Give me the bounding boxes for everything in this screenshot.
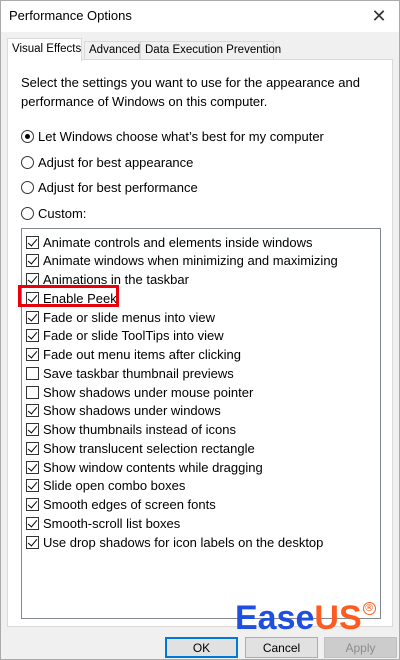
radio-let-windows-choose[interactable]: Let Windows choose what’s best for my co…: [21, 127, 324, 145]
radio-button[interactable]: [21, 206, 34, 220]
effect-checkbox[interactable]: [26, 329, 39, 343]
tab-visual-effects[interactable]: Visual Effects: [7, 38, 82, 61]
effect-checkbox[interactable]: [26, 460, 39, 474]
effect-checkbox[interactable]: [26, 366, 39, 380]
effect-label: Smooth edges of screen fonts: [43, 497, 216, 512]
settings-description: Select the settings you want to use for …: [21, 75, 360, 109]
effect-checkbox[interactable]: [26, 498, 39, 511]
effect-label: Use drop shadows for icon labels on the …: [43, 534, 324, 550]
window-title: Performance Options: [9, 8, 132, 23]
effect-label: Save taskbar thumbnail previews: [43, 365, 234, 381]
effect-checkbox[interactable]: [26, 516, 39, 530]
effect-label: Show window contents while dragging: [43, 459, 263, 475]
effect-item[interactable]: Show translucent selection rectangle: [26, 439, 255, 457]
apply-button[interactable]: Apply: [324, 637, 397, 658]
effect-checkbox[interactable]: [26, 423, 39, 436]
effect-item[interactable]: Smooth-scroll list boxes: [26, 514, 180, 532]
effect-checkbox[interactable]: [26, 254, 39, 268]
radio-button[interactable]: [21, 180, 34, 194]
effect-checkbox[interactable]: [26, 441, 39, 455]
registered-icon: ®: [362, 602, 376, 615]
effect-item[interactable]: Fade out menu items after clicking: [26, 346, 241, 364]
effect-label: Fade or slide menus into view: [43, 309, 215, 325]
effect-item[interactable]: Fade or slide ToolTips into view: [26, 327, 224, 345]
effect-item[interactable]: Save taskbar thumbnail previews: [26, 364, 234, 382]
title-bar: Performance Options ✕: [1, 1, 399, 32]
effect-checkbox[interactable]: [26, 385, 39, 399]
effect-item[interactable]: Animate controls and elements inside win…: [26, 233, 313, 251]
effect-item[interactable]: Slide open combo boxes: [26, 477, 185, 495]
radio-label: Adjust for best appearance: [38, 154, 194, 170]
effect-checkbox[interactable]: [26, 535, 39, 549]
radio-button[interactable]: [21, 129, 34, 143]
effect-label: Show shadows under mouse pointer: [43, 384, 254, 400]
effect-item[interactable]: Show window contents while dragging: [26, 458, 263, 476]
watermark-text-ease: Ease: [235, 599, 315, 637]
effect-label: Show shadows under windows: [43, 403, 221, 419]
effect-label: Fade or slide ToolTips into view: [43, 328, 224, 344]
close-icon[interactable]: ✕: [359, 1, 399, 32]
performance-options-window: Performance Options ✕ Visual Effects Adv…: [0, 0, 400, 660]
radio-custom[interactable]: Custom:: [21, 204, 86, 222]
effect-item[interactable]: Show shadows under mouse pointer: [26, 383, 253, 401]
radio-label: Custom:: [38, 205, 87, 221]
effect-label: Animate controls and elements inside win…: [43, 234, 313, 250]
effect-item[interactable]: Smooth edges of screen fonts: [26, 496, 216, 514]
radio-label: Let Windows choose what’s best for my co…: [38, 128, 324, 144]
radio-label: Adjust for best performance: [38, 179, 198, 195]
effect-label: Fade out menu items after clicking: [43, 347, 241, 362]
cancel-button[interactable]: Cancel: [245, 637, 318, 658]
effect-item[interactable]: Use drop shadows for icon labels on the …: [26, 533, 323, 551]
effect-label: Animate windows when minimizing and maxi…: [43, 253, 338, 269]
effect-checkbox[interactable]: [26, 404, 39, 418]
effect-item[interactable]: Fade or slide menus into view: [26, 308, 215, 326]
radio-best-performance[interactable]: Adjust for best performance: [21, 178, 198, 196]
effect-label: Show thumbnails instead of icons: [43, 422, 236, 437]
watermark-text-us: US: [314, 599, 362, 637]
easeus-watermark-logo: Ease US ®: [235, 601, 376, 635]
effect-checkbox[interactable]: [26, 479, 39, 493]
radio-button[interactable]: [21, 155, 34, 169]
ok-button[interactable]: OK: [165, 637, 238, 658]
tab-advanced[interactable]: Advanced: [84, 41, 140, 60]
effect-item[interactable]: Show shadows under windows: [26, 402, 221, 420]
effect-checkbox[interactable]: [26, 235, 39, 249]
effect-item[interactable]: Show thumbnails instead of icons: [26, 421, 236, 439]
tab-data-execution-prevention[interactable]: Data Execution Prevention: [140, 41, 281, 60]
effect-label: Slide open combo boxes: [43, 478, 186, 494]
effect-label: Smooth-scroll list boxes: [43, 515, 181, 531]
effect-checkbox[interactable]: [26, 348, 39, 361]
effect-item[interactable]: Animate windows when minimizing and maxi…: [26, 252, 338, 270]
effect-checkbox[interactable]: [26, 310, 39, 324]
effect-label: Show translucent selection rectangle: [43, 440, 255, 456]
enable-peek-highlight: [18, 285, 119, 307]
radio-best-appearance[interactable]: Adjust for best appearance: [21, 153, 193, 171]
